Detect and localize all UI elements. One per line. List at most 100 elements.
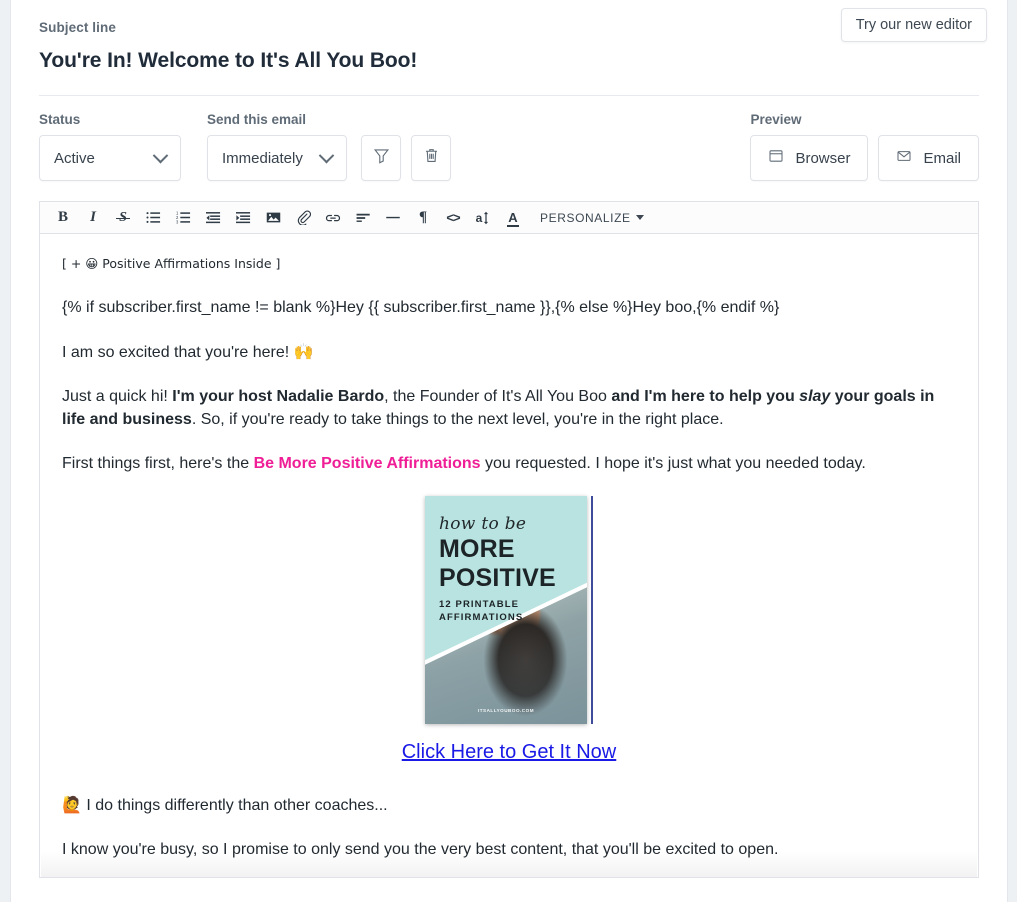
ebook-title-line2: POSITIVE xyxy=(439,564,556,592)
trash-icon xyxy=(423,147,440,169)
italic-icon: I xyxy=(90,209,96,225)
preview-browser-label: Browser xyxy=(795,149,851,167)
funnel-icon xyxy=(373,147,390,169)
ebook-image-block[interactable]: how to be MORE POSITIVE 12 PRINTABLE AFF… xyxy=(62,496,956,729)
intro-part2: , the Founder of It's All You Boo xyxy=(384,388,612,405)
intro-paragraph: Just a quick hi! I'm your host Nadalie B… xyxy=(62,385,956,431)
numbered-list-icon: 1 2 3 xyxy=(176,210,191,225)
preview-email-label: Email xyxy=(923,149,961,167)
preview-label: Preview xyxy=(750,112,802,127)
ebook-url: ITSALLYOUBOO.COM xyxy=(477,708,535,713)
send-timing-select[interactable]: Immediately xyxy=(207,135,347,181)
subject-line-value[interactable]: You're In! Welcome to It's All You Boo! xyxy=(39,48,979,74)
personalize-dropdown[interactable]: PERSONALIZE xyxy=(540,211,644,225)
horizontal-rule-icon xyxy=(385,210,401,225)
differently-paragraph: 🙋 I do things differently than other coa… xyxy=(62,793,956,817)
send-this-email-label: Send this email xyxy=(207,112,307,127)
send-group: Send this email Immediately xyxy=(207,112,451,181)
status-label: Status xyxy=(39,112,81,127)
ebook-subtitle: 12 PRINTABLE AFFIRMATIONS xyxy=(439,599,524,623)
cta-link[interactable]: Click Here to Get It Now xyxy=(62,739,956,765)
chevron-down-icon xyxy=(152,147,169,163)
pilcrow-icon: ¶ xyxy=(418,209,428,225)
controls-row: Status Active Send this email Immediatel… xyxy=(11,96,1007,201)
paperclip-icon xyxy=(296,210,311,225)
email-editor-card: Subject line You're In! Welcome to It's … xyxy=(10,0,1008,902)
affirmations-highlight: Be More Positive Affirmations xyxy=(253,455,481,472)
align-button[interactable] xyxy=(348,203,378,233)
text-color-button[interactable]: A xyxy=(498,203,528,233)
paragraph-button[interactable]: ¶ xyxy=(408,203,438,233)
outdent-button[interactable] xyxy=(198,203,228,233)
link-icon xyxy=(325,210,341,226)
source-code-button[interactable]: <> xyxy=(438,203,468,233)
preheader-text: [ + 😀 Positive Affirmations Inside ] xyxy=(62,256,956,272)
svg-text:3: 3 xyxy=(176,219,179,224)
caret-down-icon xyxy=(635,215,644,220)
indent-button[interactable] xyxy=(228,203,258,233)
person-raising-hand-emoji: 🙋 xyxy=(62,795,82,814)
browser-window-icon xyxy=(768,148,784,168)
intro-bold2: and I'm here to help you xyxy=(611,388,800,405)
line-height-icon: a xyxy=(476,211,491,225)
status-group: Status Active xyxy=(39,112,181,181)
ebook-text-block: how to be MORE POSITIVE 12 PRINTABLE AFF… xyxy=(439,514,556,624)
editor-content-area[interactable]: [ + 😀 Positive Affirmations Inside ] {% … xyxy=(39,233,979,878)
delete-button[interactable] xyxy=(411,135,451,181)
intro-part1: Just a quick hi! xyxy=(62,388,173,405)
bulleted-list-icon xyxy=(145,210,161,225)
differently-text: I do things differently than other coach… xyxy=(81,797,388,814)
first-things-part2: you requested. I hope it's just what you… xyxy=(480,455,866,472)
code-icon: <> xyxy=(446,210,460,225)
preview-buttons: Browser Email xyxy=(750,135,979,181)
header: Subject line You're In! Welcome to It's … xyxy=(11,0,1007,74)
ebook-cover-image[interactable]: how to be MORE POSITIVE 12 PRINTABLE AFF… xyxy=(425,496,593,724)
excited-text: I am so excited that you're here! xyxy=(62,344,294,361)
image-icon xyxy=(266,210,281,225)
greeting-liquid-text: {% if subscriber.first_name != blank %}H… xyxy=(62,299,780,316)
preview-group: Preview Browser Email xyxy=(750,112,979,181)
strikethrough-button[interactable]: S xyxy=(108,203,138,233)
preview-browser-button[interactable]: Browser xyxy=(750,135,869,181)
text-color-icon: A xyxy=(507,210,519,227)
excited-paragraph: I am so excited that you're here! 🙌 xyxy=(62,340,956,364)
bold-icon: B xyxy=(57,209,68,225)
horizontal-rule-button[interactable] xyxy=(378,203,408,233)
intro-part3: . So, if you're ready to take things to … xyxy=(191,411,724,428)
promise-paragraph: I know you're busy, so I promise to only… xyxy=(62,841,779,858)
chevron-down-icon xyxy=(318,147,335,163)
strikethrough-icon: S xyxy=(116,210,130,226)
ebook-title-line1: MORE xyxy=(439,535,515,563)
page-root: Subject line You're In! Welcome to It's … xyxy=(0,0,1017,902)
ebook-inner: how to be MORE POSITIVE 12 PRINTABLE AFF… xyxy=(425,496,587,724)
line-height-button[interactable]: a xyxy=(468,203,498,233)
status-select[interactable]: Active xyxy=(39,135,181,181)
first-things-part1: First things first, here's the xyxy=(62,455,254,472)
first-things-paragraph: First things first, here's the Be More P… xyxy=(62,452,956,475)
filter-button[interactable] xyxy=(361,135,401,181)
italic-button[interactable]: I xyxy=(78,203,108,233)
preview-email-button[interactable]: Email xyxy=(878,135,979,181)
ebook-script-line: how to be xyxy=(439,514,527,534)
image-button[interactable] xyxy=(258,203,288,233)
try-new-editor-button[interactable]: Try our new editor xyxy=(840,8,987,42)
bold-button[interactable]: B xyxy=(48,203,78,233)
outdent-icon xyxy=(205,210,221,225)
preheader-value: [ + 😀 Positive Affirmations Inside ] xyxy=(62,256,281,271)
bulleted-list-button[interactable] xyxy=(138,203,168,233)
align-left-icon xyxy=(356,210,371,225)
personalize-label: PERSONALIZE xyxy=(540,210,631,225)
link-button[interactable] xyxy=(318,203,348,233)
editor-toolbar: B I S xyxy=(39,201,979,233)
numbered-list-button[interactable]: 1 2 3 xyxy=(168,203,198,233)
intro-host-name: I'm your host Nadalie Bardo xyxy=(172,388,385,405)
status-select-value: Active xyxy=(54,149,95,167)
indent-icon xyxy=(235,210,251,225)
send-timing-value: Immediately xyxy=(222,149,303,167)
raising-hands-emoji: 🙌 xyxy=(293,342,314,361)
attachment-button[interactable] xyxy=(288,203,318,233)
intro-slay: slay xyxy=(799,388,831,405)
envelope-icon xyxy=(896,148,912,168)
editor-wrapper: B I S xyxy=(11,201,1007,878)
subject-line-label: Subject line xyxy=(39,20,116,35)
